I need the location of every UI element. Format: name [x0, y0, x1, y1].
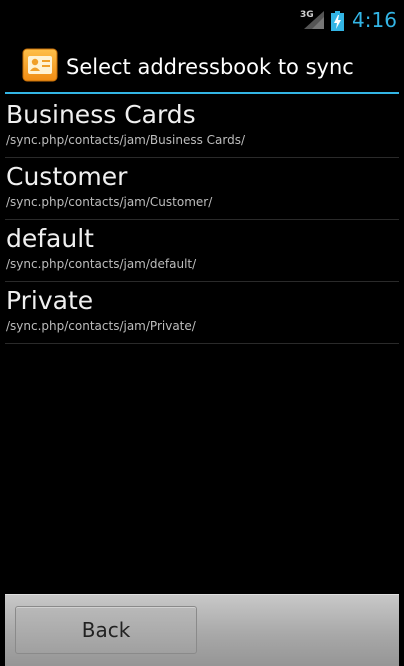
addressbook-icon [22, 48, 58, 82]
addressbook-path: /sync.php/contacts/jam/default/ [6, 257, 197, 271]
list-item[interactable]: Customer /sync.php/contacts/jam/Customer… [5, 158, 399, 220]
addressbook-path: /sync.php/contacts/jam/Private/ [6, 319, 196, 333]
title-bar: Select addressbook to sync [0, 44, 404, 92]
list-item[interactable]: Business Cards /sync.php/contacts/jam/Bu… [5, 96, 399, 158]
back-button[interactable]: Back [15, 606, 197, 654]
addressbook-name: default [6, 224, 94, 253]
page-title: Select addressbook to sync [66, 55, 354, 79]
addressbook-name: Customer [6, 162, 128, 191]
addressbook-name: Private [6, 286, 94, 315]
addressbook-list: Business Cards /sync.php/contacts/jam/Bu… [0, 96, 404, 344]
signal-icon [304, 11, 324, 29]
status-bar: 3G 4:16 [0, 0, 404, 38]
screen: 3G 4:16 Select addressbook to sync Busin… [0, 0, 404, 666]
bottom-bar: Back [5, 594, 399, 666]
status-clock: 4:16 [352, 8, 397, 32]
list-item[interactable]: Private /sync.php/contacts/jam/Private/ [5, 282, 399, 344]
addressbook-name: Business Cards [6, 100, 196, 129]
addressbook-path: /sync.php/contacts/jam/Customer/ [6, 195, 213, 209]
list-item[interactable]: default /sync.php/contacts/jam/default/ [5, 220, 399, 282]
addressbook-path: /sync.php/contacts/jam/Business Cards/ [6, 133, 246, 147]
battery-charging-icon [331, 11, 344, 31]
title-divider [5, 92, 399, 94]
